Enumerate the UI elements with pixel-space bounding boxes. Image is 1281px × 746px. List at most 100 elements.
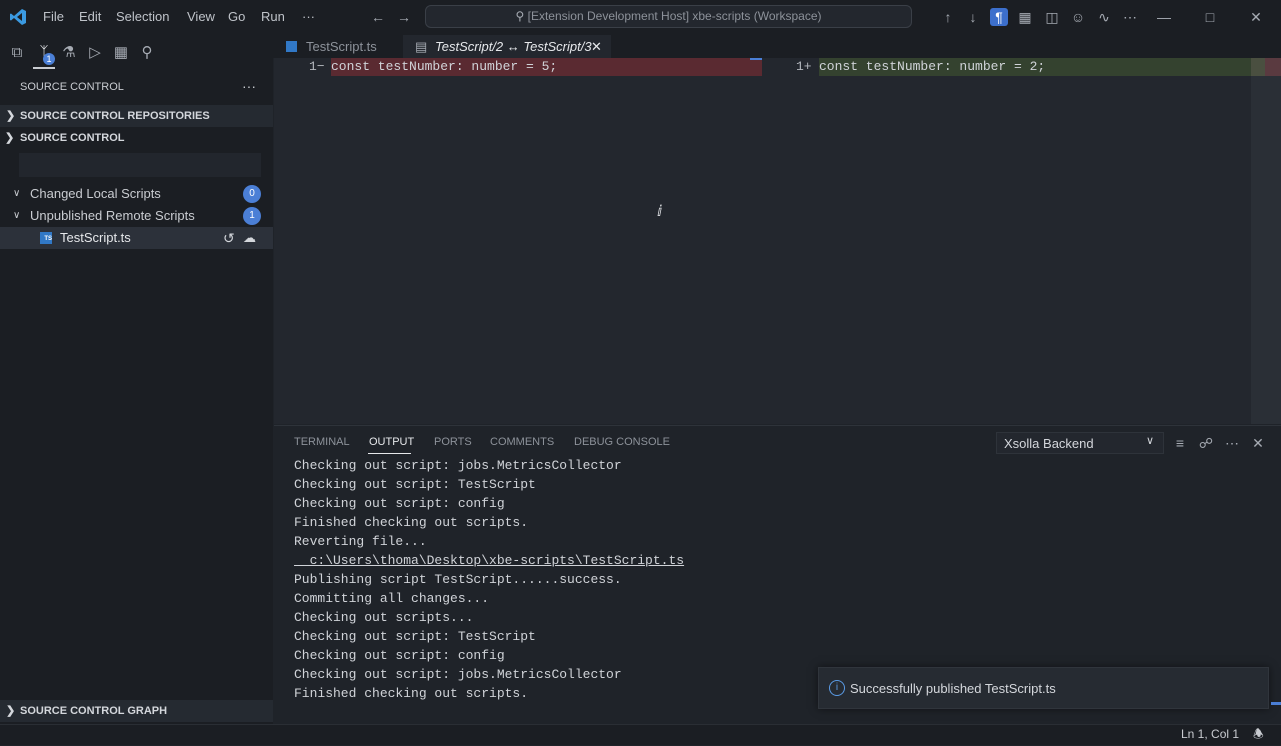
chevron-down-icon: ∨ <box>13 210 21 221</box>
command-center[interactable]: ⚲ [Extension Development Host] xbe-scrip… <box>425 5 912 28</box>
menu-more[interactable]: ··· <box>302 9 315 24</box>
maximize-icon[interactable]: □ <box>1201 8 1219 26</box>
command-center-label: [Extension Development Host] xbe-scripts… <box>527 9 822 23</box>
scm-graph-section-header[interactable]: ❯ SOURCE CONTROL GRAPH <box>0 700 273 722</box>
close-window-icon[interactable]: ✕ <box>1247 8 1265 26</box>
output-file-link[interactable]: c:\Users\thoma\Desktop\xbe-scripts\TestS… <box>294 553 684 568</box>
clear-output-icon[interactable]: ≡ <box>1171 434 1189 452</box>
file-name: TestScript.ts <box>60 230 131 245</box>
forward-arrow-icon[interactable]: → <box>395 8 413 26</box>
split-editor-icon[interactable]: ◫ <box>1043 8 1061 26</box>
menu-view[interactable]: View <box>187 9 215 24</box>
overview-ruler-marker <box>1251 58 1265 76</box>
info-icon: i <box>829 680 845 696</box>
panel-tab-debug-console[interactable]: DEBUG CONSOLE <box>574 436 670 448</box>
output-line: Finished checking out scripts. <box>294 686 529 701</box>
left-overview-marker <box>750 58 762 60</box>
panel-scrollbar-thumb[interactable] <box>1271 702 1281 705</box>
back-arrow-icon[interactable]: ← <box>369 8 387 26</box>
status-bar <box>0 724 1281 745</box>
chevron-down-icon: ❯ <box>5 132 15 144</box>
diff-editor[interactable] <box>274 58 1281 424</box>
output-line: Checking out script: config <box>294 496 505 511</box>
output-line: Checking out script: jobs.MetricsCollect… <box>294 458 622 473</box>
sidebar-more-button[interactable]: ··· <box>242 78 256 94</box>
typescript-file-icon: TS <box>40 232 52 244</box>
output-channel-select[interactable]: Xsolla Backend ∨ <box>996 432 1164 454</box>
notification-toast[interactable]: i Successfully published TestScript.ts <box>818 667 1269 709</box>
testing-flask-icon[interactable]: ⚗ <box>58 42 80 64</box>
output-line: Checking out scripts... <box>294 610 474 625</box>
diff-file-icon: ▤ <box>415 39 428 54</box>
chevron-down-icon: ∨ <box>13 188 21 199</box>
chevron-down-icon: ∨ <box>1146 435 1155 447</box>
menu-edit[interactable]: Edit <box>79 9 101 24</box>
more-actions-icon[interactable]: ⋯ <box>1121 8 1139 26</box>
commit-message-input[interactable] <box>19 153 261 177</box>
explorer-icon[interactable]: ⧉ <box>6 42 28 64</box>
repositories-section-header[interactable]: ❯ SOURCE CONTROL REPOSITORIES <box>0 105 273 127</box>
typescript-file-icon <box>286 41 297 52</box>
overview-ruler-marker <box>1265 58 1281 76</box>
map-icon[interactable]: ▦ <box>1016 8 1034 26</box>
tab-diff-testscript[interactable]: ▤ TestScript/2 ↔ TestScript/3 ✕ <box>403 35 611 58</box>
tab-testscript[interactable]: TestScript.ts <box>274 35 402 58</box>
group-label: Unpublished Remote Scripts <box>30 208 195 223</box>
output-line: Checking out script: TestScript <box>294 477 536 492</box>
search-icon: ⚲ <box>515 9 525 23</box>
pulse-icon[interactable]: ∿ <box>1095 8 1113 26</box>
menu-file[interactable]: File <box>43 9 64 24</box>
extensions-icon[interactable]: ▦ <box>110 42 132 64</box>
search-view-icon[interactable]: ⚲ <box>136 42 158 64</box>
output-line: Committing all changes... <box>294 591 490 606</box>
output-tab-underline <box>368 453 411 454</box>
more-actions-icon[interactable]: ⋯ <box>1223 434 1241 452</box>
group-count-badge: 1 <box>243 207 261 225</box>
output-line: Checking out script: config <box>294 648 505 663</box>
scm-section-header[interactable]: ❯ SOURCE CONTROL <box>0 127 273 149</box>
group-label: Changed Local Scripts <box>30 186 161 201</box>
run-debug-icon[interactable]: ▷ <box>84 42 106 64</box>
output-line: Checking out script: jobs.MetricsCollect… <box>294 667 622 682</box>
text-cursor-icon: ⅈ <box>657 203 663 220</box>
lock-scroll-icon[interactable]: ☍ <box>1197 434 1215 452</box>
chevron-right-icon: ❯ <box>6 110 16 122</box>
line-number-right: 1+ <box>796 59 812 74</box>
output-line: Publishing script TestScript......succes… <box>294 572 622 587</box>
panel-tab-comments[interactable]: COMMENTS <box>490 436 554 448</box>
group-unpublished-remote-scripts[interactable]: ∨ Unpublished Remote Scripts 1 <box>0 205 273 227</box>
whitespace-toggle-icon[interactable]: ¶ <box>990 8 1008 26</box>
notification-message: Successfully published TestScript.ts <box>850 681 1056 696</box>
line-number-left: 1− <box>309 59 325 74</box>
group-count-badge: 0 <box>243 185 261 203</box>
minimize-icon[interactable]: — <box>1155 8 1173 26</box>
chevron-right-icon: ❯ <box>6 705 16 717</box>
discard-changes-icon[interactable]: ↺ <box>223 227 235 249</box>
sidebar-title: SOURCE CONTROL <box>20 81 124 93</box>
panel-tab-output[interactable]: OUTPUT <box>369 436 414 448</box>
account-icon[interactable]: ☺ <box>1069 8 1087 26</box>
close-tab-icon[interactable]: ✕ <box>591 35 602 58</box>
menu-run[interactable]: Run <box>261 9 285 24</box>
source-control-badge: 1 <box>43 53 55 65</box>
panel-tab-ports[interactable]: PORTS <box>434 436 472 448</box>
left-code-line: const testNumber: number = 5; <box>331 59 558 74</box>
editor-scrollbar[interactable] <box>1251 58 1281 424</box>
menu-selection[interactable]: Selection <box>116 9 169 24</box>
source-control-active-indicator <box>33 67 55 69</box>
group-changed-local-scripts[interactable]: ∨ Changed Local Scripts 0 <box>0 183 273 205</box>
notifications-bell-icon[interactable]: 🕭 <box>1253 725 1264 746</box>
output-line: Finished checking out scripts. <box>294 515 529 530</box>
cursor-position[interactable]: Ln 1, Col 1 <box>1181 727 1239 741</box>
panel-tab-terminal[interactable]: TERMINAL <box>294 436 350 448</box>
menu-go[interactable]: Go <box>228 9 245 24</box>
close-panel-icon[interactable]: ✕ <box>1249 434 1267 452</box>
right-code-line: const testNumber: number = 2; <box>819 59 1046 74</box>
output-line: Reverting file... <box>294 534 427 549</box>
file-item-testscript[interactable]: TS TestScript.ts ↺ ☁ <box>0 227 273 249</box>
previous-change-icon[interactable]: ↑ <box>939 8 957 26</box>
next-change-icon[interactable]: ↓ <box>964 8 982 26</box>
vscode-logo-icon <box>9 8 27 26</box>
output-line: Checking out script: TestScript <box>294 629 536 644</box>
publish-cloud-icon[interactable]: ☁ <box>243 227 256 249</box>
